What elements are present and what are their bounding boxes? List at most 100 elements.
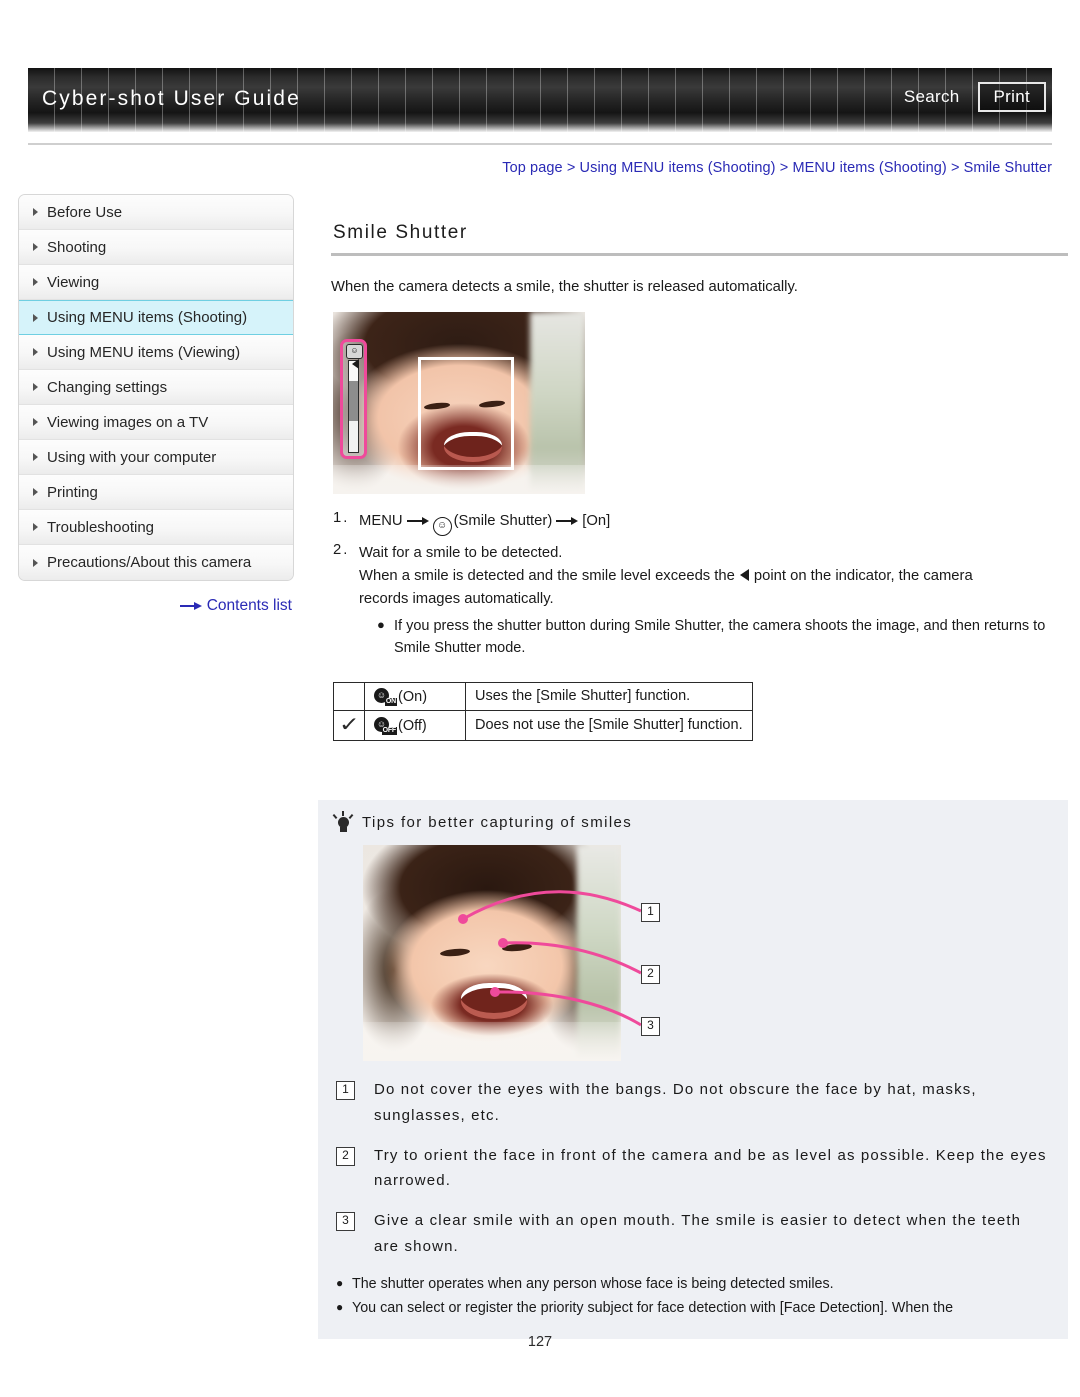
sidebar-item-using-with-your-computer[interactable]: Using with your computer <box>19 440 293 475</box>
step-body: Wait for a smile to be detected. When a … <box>359 542 1068 660</box>
header-actions: Search Print <box>900 82 1046 112</box>
row-option-label: (Off) <box>398 717 427 734</box>
sidebar-item-label: Troubleshooting <box>47 518 155 536</box>
tips-figure: 1 2 3 <box>363 845 663 1061</box>
chevron-right-icon <box>33 278 38 286</box>
page-number: 127 <box>527 1334 553 1350</box>
chevron-right-icon <box>33 383 38 391</box>
sidebar-nav-list: Before Use Shooting Viewing Using MENU i… <box>18 194 294 581</box>
search-button[interactable]: Search <box>900 84 964 110</box>
chevron-right-icon <box>33 243 38 251</box>
step-2-note: ● If you press the shutter button during… <box>377 615 1068 660</box>
row-check-cell: ✓ <box>333 709 365 741</box>
sidebar-item-before-use[interactable]: Before Use <box>19 195 293 230</box>
tips-heading: Tips for better capturing of smiles <box>332 811 1068 833</box>
contents-list-label: Contents list <box>206 597 292 614</box>
row-description: Does not use the [Smile Shutter] functio… <box>465 709 753 741</box>
camera-preview-figure: ☺ <box>333 312 585 494</box>
callout-marker-1: 1 <box>641 903 660 922</box>
step-body: MENU ☺ (Smile Shutter) [On] <box>359 510 1068 536</box>
header-divider <box>28 143 1052 145</box>
sidebar-item-label: Printing <box>47 483 98 501</box>
sidebar-item-troubleshooting[interactable]: Troubleshooting <box>19 510 293 545</box>
tip-badge: 2 <box>336 1146 355 1166</box>
sidebar-item-label: Using MENU items (Viewing) <box>47 343 241 361</box>
arrow-right-icon <box>406 516 429 526</box>
step-2-line-1: Wait for a smile to be detected. <box>359 545 563 561</box>
row-icon-cell: ☺ OFF (Off) <box>364 709 466 741</box>
chevron-right-icon <box>33 313 38 322</box>
chevron-right-icon <box>33 488 38 496</box>
sidebar-item-printing[interactable]: Printing <box>19 475 293 510</box>
title-divider <box>331 253 1068 256</box>
tips-note-text: The shutter operates when any person who… <box>352 1275 834 1292</box>
tips-panel: Tips for better capturing of smiles 1 2 … <box>318 800 1068 1339</box>
row-icon-cell: ☺ ON (On) <box>364 681 466 711</box>
row-check-cell <box>333 681 365 711</box>
triangle-left-icon <box>739 568 749 581</box>
bullet-icon: ● <box>336 1300 344 1315</box>
sidebar-item-label: Precautions/About this camera <box>47 554 252 571</box>
step-2-line-2: When a smile is detected and the smile l… <box>359 565 1068 588</box>
smile-face-icon: ☺ <box>346 344 363 359</box>
arrow-right-icon <box>556 516 579 526</box>
callout-marker-2: 2 <box>641 965 660 984</box>
main-content: Smile Shutter When the camera detects a … <box>331 222 1068 741</box>
sidebar-item-precautions[interactable]: Precautions/About this camera <box>19 545 293 580</box>
step-2-line-2-before: When a smile is detected and the smile l… <box>359 567 735 584</box>
smile-level-gauge <box>348 360 359 453</box>
chevron-right-icon <box>33 208 38 216</box>
sidebar-item-using-menu-items-shooting[interactable]: Using MENU items (Shooting) <box>19 300 293 335</box>
sidebar-item-label: Changing settings <box>47 378 168 396</box>
chevron-right-icon <box>33 348 38 356</box>
chevron-right-icon <box>33 558 38 567</box>
step-1: 1. MENU ☺ (Smile Shutter) [On] <box>333 510 1068 536</box>
lightbulb-icon <box>332 811 354 833</box>
tips-child-photo <box>363 845 621 1061</box>
tip-badge: 1 <box>336 1081 355 1100</box>
step-2-line-3: records images automatically. <box>359 590 554 607</box>
tips-note-1: ● The shutter operates when any person w… <box>336 1274 1050 1295</box>
contents-list-link[interactable]: Contents list <box>18 597 294 615</box>
smile-shutter-off-icon: ☺ OFF <box>374 716 397 735</box>
sidebar-item-viewing[interactable]: Viewing <box>19 265 293 300</box>
sidebar-item-label: Using MENU items (Shooting) <box>47 309 248 326</box>
sidebar-item-using-menu-items-viewing[interactable]: Using MENU items (Viewing) <box>19 335 293 370</box>
sidebar-item-viewing-images-on-tv[interactable]: Viewing images on a TV <box>19 405 293 440</box>
sidebar-item-changing-settings[interactable]: Changing settings <box>19 370 293 405</box>
arrow-right-icon <box>179 601 202 611</box>
tip-badge: 3 <box>336 1212 355 1232</box>
sidebar: Before Use Shooting Viewing Using MENU i… <box>18 194 294 615</box>
page-title: Smile Shutter <box>333 222 468 243</box>
tip-text: Give a clear smile with an open mouth. T… <box>374 1212 1022 1255</box>
table-row[interactable]: ☺ ON (On) Uses the [Smile Shutter] funct… <box>333 681 753 711</box>
step-icon-label: (Smile Shutter) <box>453 513 553 529</box>
row-option-label: (On) <box>398 688 428 705</box>
sidebar-item-label: Shooting <box>47 238 107 256</box>
tip-item-1: 1 Do not cover the eyes with the bangs. … <box>336 1077 1050 1129</box>
tip-text: Do not cover the eyes with the bangs. Do… <box>374 1081 977 1124</box>
print-button[interactable]: Print <box>977 82 1046 112</box>
step-2-note-text: If you press the shutter button during S… <box>394 617 1046 657</box>
chevron-right-icon <box>33 523 38 531</box>
step-number: 2. <box>333 542 350 558</box>
sidebar-item-label: Viewing images on a TV <box>47 413 209 431</box>
photo-shirt <box>363 1022 621 1061</box>
sidebar-item-label: Before Use <box>47 203 123 221</box>
table-row[interactable]: ✓ ☺ OFF (Off) Does not use the [Smile Sh… <box>333 709 753 741</box>
tips-note-2: ● You can select or register the priorit… <box>336 1298 1050 1319</box>
bullet-icon: ● <box>377 616 385 632</box>
smile-threshold-marker-icon <box>352 359 359 369</box>
step-option-label: [On] <box>582 513 611 529</box>
face-detection-frame <box>418 357 514 470</box>
bullet-icon: ● <box>336 1275 344 1290</box>
breadcrumb[interactable]: Top page > Using MENU items (Shooting) >… <box>502 160 1052 176</box>
tip-text: Try to orient the face in front of the c… <box>374 1146 1047 1190</box>
row-description: Uses the [Smile Shutter] function. <box>465 681 753 711</box>
tips-heading-label: Tips for better capturing of smiles <box>362 814 633 831</box>
photo-mouth <box>461 983 528 1020</box>
step-2: 2. Wait for a smile to be detected. When… <box>333 542 1068 660</box>
sidebar-item-shooting[interactable]: Shooting <box>19 230 293 265</box>
intro-text: When the camera detects a smile, the shu… <box>331 279 798 295</box>
sidebar-item-label: Viewing <box>47 273 100 291</box>
